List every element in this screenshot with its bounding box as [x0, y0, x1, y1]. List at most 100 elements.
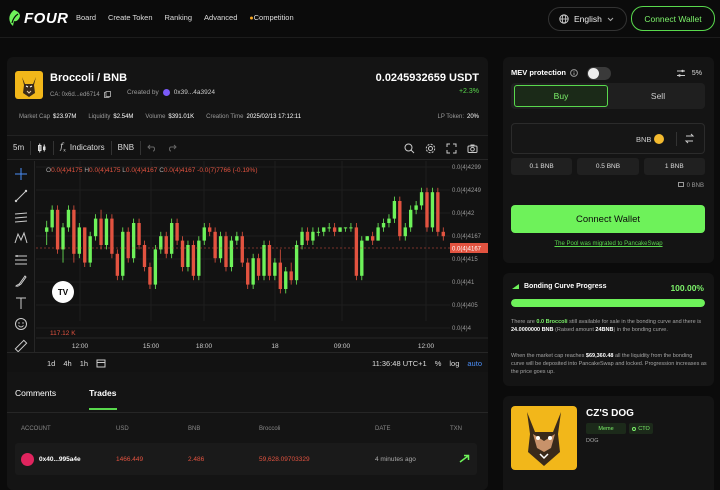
chart-time[interactable]: 11:36:48 UTC+1 [372, 359, 427, 368]
trend-line-icon[interactable] [14, 189, 28, 203]
symbol-button[interactable]: BNB [112, 143, 140, 152]
candle-body [240, 236, 244, 263]
candle-body [93, 218, 98, 237]
nav-advanced[interactable]: Advanced [204, 13, 237, 22]
sell-tab[interactable]: Sell [613, 85, 703, 107]
bonding-progress-bar [511, 299, 705, 307]
candle-body [284, 271, 288, 289]
range-4h[interactable]: 4h [63, 359, 71, 368]
candle-body [300, 231, 304, 245]
lp-token-info: LP Token: 20% [438, 114, 479, 120]
nav-create-token[interactable]: Create Token [108, 13, 152, 22]
candle-body [77, 227, 81, 254]
ohlc-high: 0.0(4)4175 [89, 167, 121, 174]
fib-icon[interactable] [14, 253, 28, 267]
leaf-logo-icon [9, 10, 20, 26]
price-change: +2.3% [458, 88, 479, 95]
top-navigation-bar: FOUR Board Create Token Ranking Advanced… [0, 0, 720, 38]
log-toggle[interactable]: log [449, 359, 459, 368]
wallet-balance: 0 BNB [677, 182, 704, 189]
tradingview-logo[interactable]: TV [52, 281, 74, 303]
buy-tab[interactable]: Buy [514, 85, 608, 107]
indicators-button[interactable]: fx Indicators [54, 142, 110, 154]
dog-image-icon [527, 412, 561, 466]
nav-board[interactable]: Board [76, 13, 96, 22]
main-nav: Board Create Token Ranking Advanced ●Com… [76, 13, 294, 22]
redo-icon [169, 144, 177, 151]
creator-address-link[interactable]: 0x39...4a3924 [174, 89, 215, 96]
preset-0-1-bnb[interactable]: 0.1 BNB [511, 158, 573, 175]
x-tick-label: 12:00 [72, 343, 89, 350]
candle-body [104, 218, 109, 245]
info-icon[interactable] [570, 68, 578, 77]
preset-1-bnb[interactable]: 1 BNB [643, 158, 705, 175]
auto-toggle[interactable]: auto [467, 359, 482, 368]
y-tick-label: 0.0(4)4 [452, 326, 472, 332]
volume-label: 117.12 K [50, 330, 76, 337]
candle-body [45, 227, 49, 232]
magnet-search-icon[interactable] [404, 143, 415, 154]
candle-body [278, 262, 282, 289]
nav-ranking[interactable]: Ranking [165, 13, 193, 22]
nav-competition[interactable]: ●Competition [249, 13, 293, 22]
pattern-icon[interactable] [14, 231, 28, 245]
candle-body [169, 223, 174, 254]
table-row[interactable]: 0x40...995a4e 1466.449 2.486 59,628.0970… [15, 443, 477, 475]
candle-body [131, 223, 136, 259]
undo-icon [147, 144, 156, 151]
chart-plot-area[interactable]: 0.0(4)4299 0.0(4)4249 0.0(4)42 0.0(4)4167 0.… [36, 161, 488, 373]
crosshair-icon[interactable] [14, 167, 28, 181]
ruler-icon[interactable] [14, 339, 28, 353]
connect-wallet-button[interactable]: Connect Wallet [631, 6, 715, 31]
preset-0-5-bnb[interactable]: 0.5 BNB [577, 158, 639, 175]
bonding-paragraph-2: When the market cap reaches $69,360.48 a… [511, 352, 707, 376]
trade-account[interactable]: 0x40...995a4e [39, 456, 81, 463]
tab-comments[interactable]: Comments [15, 388, 56, 398]
x-tick-label: 12:00 [418, 343, 435, 350]
candle-body [246, 262, 250, 285]
drawing-tools-sidebar [7, 161, 35, 353]
emoji-icon[interactable] [14, 317, 28, 331]
interval-button[interactable]: 5m [7, 143, 30, 152]
app-logo[interactable]: FOUR [6, 9, 69, 27]
mev-toggle[interactable] [587, 67, 611, 80]
col-txn: TXN [450, 426, 462, 432]
calendar-icon[interactable] [96, 358, 106, 368]
related-token-card[interactable]: CZ'S DOG Meme CTO DOG [503, 396, 714, 490]
language-selector[interactable]: English [548, 7, 627, 31]
candle-body [316, 231, 321, 233]
camera-icon[interactable] [467, 143, 478, 154]
candle-body [202, 227, 206, 241]
range-1h[interactable]: 1h [80, 359, 88, 368]
candle-body [370, 236, 375, 241]
settings-gear-icon[interactable] [425, 143, 436, 154]
mev-protection: MEV protection [511, 68, 578, 77]
external-link-icon[interactable] [459, 454, 471, 464]
undo-button[interactable] [141, 144, 162, 152]
candle-body [392, 201, 397, 219]
col-token: Broccoli [259, 426, 281, 432]
percent-toggle[interactable]: % [435, 359, 442, 368]
y-tick-label: 0.0(4)42 [452, 211, 475, 217]
candle-body [153, 249, 158, 285]
slippage-setting[interactable]: 5% [676, 69, 702, 78]
swap-arrows-icon[interactable] [684, 133, 695, 144]
copy-icon[interactable] [103, 91, 111, 98]
text-tool-icon[interactable] [14, 296, 28, 310]
horizontal-lines-icon[interactable] [14, 210, 28, 224]
brush-icon[interactable] [14, 274, 28, 288]
amount-input[interactable]: BNB [511, 123, 705, 154]
fullscreen-icon[interactable] [446, 143, 457, 154]
x-tick-label: 18:00 [196, 343, 213, 350]
redo-button[interactable] [162, 144, 183, 152]
tab-trades[interactable]: Trades [89, 388, 117, 410]
ohlc-readout: O0.0(4)4175 H0.0(4)4175 L0.0(4)4167 C0.0… [46, 167, 258, 174]
tag-cto-label: CTO [638, 425, 650, 432]
candle-body [441, 231, 445, 237]
chart-bottom-bar: 1d 4h 1h 11:36:48 UTC+1 % log auto [7, 352, 488, 373]
candle-body [360, 240, 364, 276]
candle-type-button[interactable] [31, 143, 53, 153]
range-1d[interactable]: 1d [47, 359, 55, 368]
connect-wallet-main-button[interactable]: Connect Wallet [511, 205, 705, 233]
migration-link[interactable]: The Pool was migrated to PancakeSwap [503, 241, 714, 247]
